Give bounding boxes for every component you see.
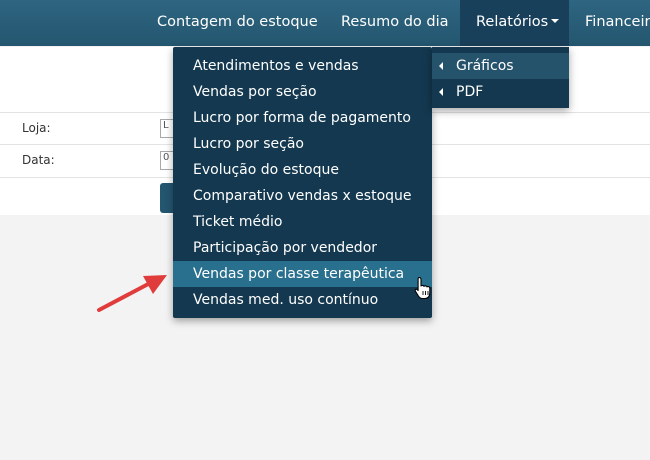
data-label: Data: <box>22 153 55 167</box>
submenu-item-graficos[interactable]: Gráficos <box>432 53 569 79</box>
menu-item-vendas-por-classe-terapeutica[interactable]: Vendas por classe terapêutica <box>173 261 432 287</box>
nav-item-label: Relatórios <box>476 14 549 30</box>
nav-item-label: Financeiro <box>585 14 650 30</box>
nav-financeiro[interactable]: Financeiro <box>585 0 650 46</box>
hand-pointer-icon <box>414 276 431 300</box>
menu-item-atendimentos-e-vendas[interactable]: Atendimentos e vendas <box>173 53 432 79</box>
nav-relatorios[interactable]: Relatórios <box>460 0 569 46</box>
menu-item-vendas-por-secao[interactable]: Vendas por seção <box>173 79 432 105</box>
menu-item-vendas-med-uso-continuo[interactable]: Vendas med. uso contínuo <box>173 287 432 313</box>
report-format-submenu: Gráficos PDF <box>432 47 569 108</box>
nav-item-label: Contagem do estoque <box>157 14 318 30</box>
menu-item-lucro-por-forma-de-pagamento[interactable]: Lucro por forma de pagamento <box>173 105 432 131</box>
nav-resumo-do-dia[interactable]: Resumo do dia <box>341 0 449 46</box>
caret-left-icon <box>439 62 443 70</box>
relatorios-dropdown: Atendimentos e vendas Vendas por seção L… <box>173 47 432 318</box>
submenu-item-label: PDF <box>456 84 484 100</box>
menu-item-lucro-por-secao[interactable]: Lucro por seção <box>173 131 432 157</box>
loja-label: Loja: <box>22 121 51 135</box>
submenu-item-pdf[interactable]: PDF <box>432 79 569 105</box>
menu-item-participacao-por-vendedor[interactable]: Participação por vendedor <box>173 235 432 261</box>
menu-item-comparativo-vendas-x-estoque[interactable]: Comparativo vendas x estoque <box>173 183 432 209</box>
menu-item-evolucao-do-estoque[interactable]: Evolução do estoque <box>173 157 432 183</box>
nav-contagem-do-estoque[interactable]: Contagem do estoque <box>157 0 318 46</box>
caret-left-icon <box>439 88 443 96</box>
nav-item-label: Resumo do dia <box>341 14 449 30</box>
red-arrow-icon <box>97 275 167 312</box>
caret-down-icon <box>551 19 560 23</box>
menu-item-ticket-medio[interactable]: Ticket médio <box>173 209 432 235</box>
top-navbar: Contagem do estoque Resumo do dia Relató… <box>0 0 650 46</box>
submenu-item-label: Gráficos <box>456 58 514 74</box>
